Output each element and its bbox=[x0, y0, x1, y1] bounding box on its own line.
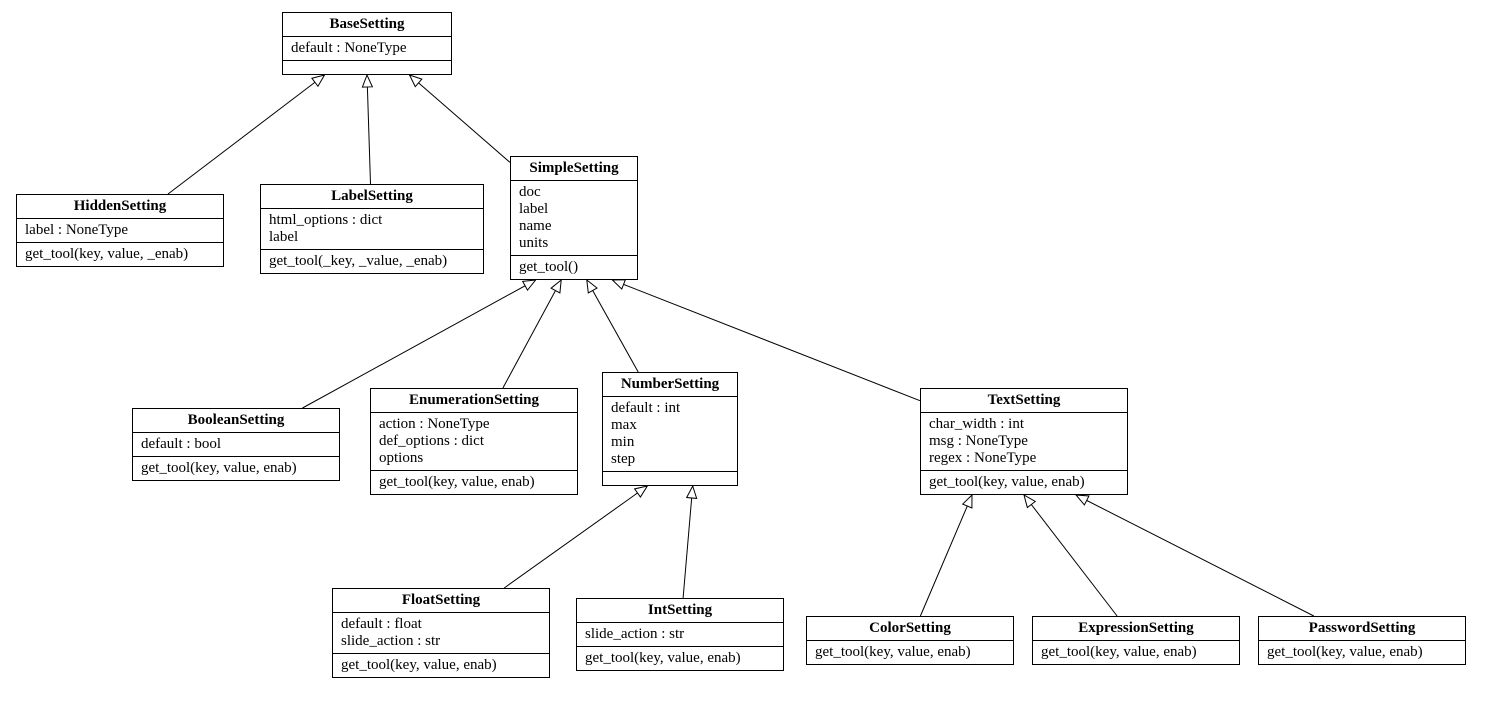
class-methods: get_tool(key, value, enab) bbox=[921, 470, 1127, 494]
class-name: ExpressionSetting bbox=[1033, 617, 1239, 640]
class-LabelSetting: LabelSettinghtml_options : dictlabelget_… bbox=[260, 184, 484, 274]
class-method: get_tool(_key, _value, _enab) bbox=[269, 253, 475, 270]
class-attribute: html_options : dict bbox=[269, 212, 475, 229]
inheritance-arrow bbox=[410, 75, 511, 162]
class-attributes: label : NoneType bbox=[17, 218, 223, 242]
class-EnumerationSetting: EnumerationSettingaction : NoneTypedef_o… bbox=[370, 388, 578, 495]
class-HiddenSetting: HiddenSetting label : NoneType get_tool(ke… bbox=[16, 194, 224, 267]
inheritance-arrow bbox=[1076, 495, 1314, 616]
class-attributes: default : intmaxminstep bbox=[603, 396, 737, 471]
class-attribute: default : float bbox=[341, 616, 541, 633]
class-methods: get_tool(key, value, enab) bbox=[1259, 640, 1465, 664]
class-attribute: doc bbox=[519, 184, 629, 201]
class-name: HiddenSetting bbox=[17, 195, 223, 218]
class-method: get_tool(key, value, enab) bbox=[341, 657, 541, 674]
class-attribute: label bbox=[269, 229, 475, 246]
class-methods: get_tool(key, value, enab) bbox=[333, 653, 549, 677]
class-ExpressionSetting: ExpressionSetting get_tool(key, value, en… bbox=[1032, 616, 1240, 665]
class-method: get_tool(key, value, enab) bbox=[1041, 644, 1231, 661]
class-name: SimpleSetting bbox=[511, 157, 637, 180]
class-attribute: min bbox=[611, 434, 729, 451]
class-name: IntSetting bbox=[577, 599, 783, 622]
class-attribute: default : bool bbox=[141, 436, 331, 453]
class-SimpleSetting: SimpleSettingdoclabelnameunitsget_tool() bbox=[510, 156, 638, 280]
inheritance-arrow bbox=[587, 280, 638, 372]
class-method: get_tool(key, value, enab) bbox=[929, 474, 1119, 491]
class-attribute: step bbox=[611, 451, 729, 468]
class-attribute: label : NoneType bbox=[25, 222, 215, 239]
class-attributes: default : NoneType bbox=[283, 36, 451, 60]
class-name: EnumerationSetting bbox=[371, 389, 577, 412]
inheritance-arrow bbox=[683, 486, 693, 598]
class-methods bbox=[283, 60, 451, 74]
class-BooleanSetting: BooleanSetting default : bool get_tool(key… bbox=[132, 408, 340, 481]
class-ColorSetting: ColorSetting get_tool(key, value, enab) bbox=[806, 616, 1014, 665]
class-attributes: default : floatslide_action : str bbox=[333, 612, 549, 653]
class-name: BaseSetting bbox=[283, 13, 451, 36]
class-TextSetting: TextSettingchar_width : intmsg : NoneTyp… bbox=[920, 388, 1128, 495]
class-name: BooleanSetting bbox=[133, 409, 339, 432]
class-method: get_tool(key, value, _enab) bbox=[25, 246, 215, 263]
class-attributes: action : NoneTypedef_options : dictoptio… bbox=[371, 412, 577, 470]
class-PasswordSetting: PasswordSetting get_tool(key, value, enab… bbox=[1258, 616, 1466, 665]
class-attributes: char_width : intmsg : NoneTyperegex : No… bbox=[921, 412, 1127, 470]
class-attribute: msg : NoneType bbox=[929, 433, 1119, 450]
inheritance-arrow bbox=[504, 486, 647, 588]
class-attributes: doclabelnameunits bbox=[511, 180, 637, 255]
inheritance-arrow bbox=[920, 495, 972, 616]
class-methods: get_tool(key, value, enab) bbox=[577, 646, 783, 670]
class-name: TextSetting bbox=[921, 389, 1127, 412]
class-attribute: units bbox=[519, 235, 629, 252]
class-name: PasswordSetting bbox=[1259, 617, 1465, 640]
class-attribute: max bbox=[611, 417, 729, 434]
class-FloatSetting: FloatSettingdefault : floatslide_action … bbox=[332, 588, 550, 678]
class-methods bbox=[603, 471, 737, 485]
class-method: get_tool(key, value, enab) bbox=[141, 460, 331, 477]
class-methods: get_tool(key, value, enab) bbox=[133, 456, 339, 480]
class-methods: get_tool(key, value, enab) bbox=[1033, 640, 1239, 664]
inheritance-arrow bbox=[367, 75, 371, 184]
class-attribute: slide_action : str bbox=[341, 633, 541, 650]
class-name: ColorSetting bbox=[807, 617, 1013, 640]
class-attribute: default : NoneType bbox=[291, 40, 443, 57]
class-attributes: default : bool bbox=[133, 432, 339, 456]
class-attribute: action : NoneType bbox=[379, 416, 569, 433]
class-name: NumberSetting bbox=[603, 373, 737, 396]
class-attribute: def_options : dict bbox=[379, 433, 569, 450]
inheritance-arrow bbox=[168, 75, 325, 194]
class-method: get_tool() bbox=[519, 259, 629, 276]
class-attribute: options bbox=[379, 450, 569, 467]
class-method: get_tool(key, value, enab) bbox=[585, 650, 775, 667]
class-methods: get_tool(_key, _value, _enab) bbox=[261, 249, 483, 273]
class-methods: get_tool(key, value, _enab) bbox=[17, 242, 223, 266]
class-NumberSetting: NumberSettingdefault : intmaxminstep bbox=[602, 372, 738, 486]
class-attribute: char_width : int bbox=[929, 416, 1119, 433]
class-attributes: html_options : dictlabel bbox=[261, 208, 483, 249]
class-methods: get_tool() bbox=[511, 255, 637, 279]
inheritance-arrow bbox=[503, 280, 561, 388]
class-attributes: slide_action : str bbox=[577, 622, 783, 646]
class-attribute: label bbox=[519, 201, 629, 218]
class-attribute: regex : NoneType bbox=[929, 450, 1119, 467]
class-attribute: default : int bbox=[611, 400, 729, 417]
class-methods: get_tool(key, value, enab) bbox=[371, 470, 577, 494]
class-name: FloatSetting bbox=[333, 589, 549, 612]
class-methods: get_tool(key, value, enab) bbox=[807, 640, 1013, 664]
class-method: get_tool(key, value, enab) bbox=[379, 474, 569, 491]
class-method: get_tool(key, value, enab) bbox=[1267, 644, 1457, 661]
class-name: LabelSetting bbox=[261, 185, 483, 208]
inheritance-arrow bbox=[1024, 495, 1117, 616]
class-IntSetting: IntSetting slide_action : str get_tool(key… bbox=[576, 598, 784, 671]
class-attribute: name bbox=[519, 218, 629, 235]
class-attribute: slide_action : str bbox=[585, 626, 775, 643]
class-BaseSetting: BaseSetting default : NoneType bbox=[282, 12, 452, 75]
class-method: get_tool(key, value, enab) bbox=[815, 644, 1005, 661]
